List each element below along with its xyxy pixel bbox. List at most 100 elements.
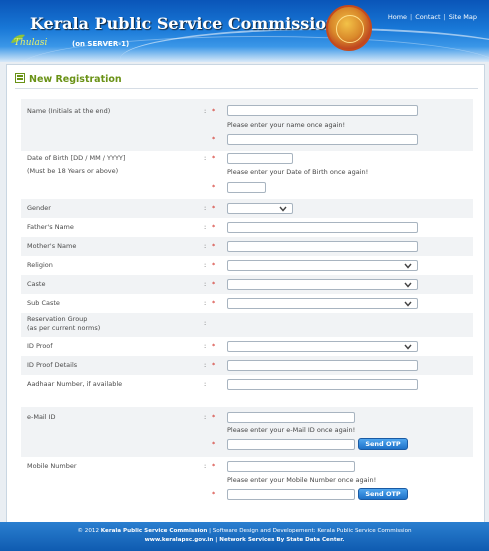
colon: :: [204, 299, 207, 307]
required-mark: *: [212, 183, 216, 191]
kerala-emblem-icon: [326, 5, 372, 51]
required-mark: *: [212, 440, 216, 448]
contact-link[interactable]: Contact: [415, 13, 440, 21]
idproof-row: ID Proof : *: [21, 337, 473, 356]
subcaste-select[interactable]: [227, 298, 418, 309]
copyright-org: Kerala Public Service Commission: [100, 528, 208, 534]
dob-label: Date of Birth [DD / MM / YYYY]: [27, 154, 126, 162]
chevron-down-icon: [404, 301, 412, 307]
required-mark: *: [212, 107, 216, 115]
email-input[interactable]: [227, 412, 355, 423]
footer-copyright: © 2012 Kerala Public Service Commission …: [0, 528, 489, 534]
form-icon: [15, 73, 25, 83]
aadhaar-label: Aadhaar Number, if available: [27, 380, 123, 388]
chevron-down-icon: [404, 282, 412, 288]
copyright-text: © 2012: [77, 528, 101, 534]
mobile-row: Mobile Number : * Please enter your Mobi…: [21, 457, 473, 507]
page-frame: Kerala Public Service Commission Thulasi…: [0, 0, 489, 551]
server-label: (on SERVER-1): [72, 40, 130, 48]
mobile-input[interactable]: [227, 461, 355, 472]
name-row: Name (Initials at the end) : * Please en…: [21, 99, 473, 151]
idproof-select[interactable]: [227, 341, 418, 352]
colon: :: [204, 380, 207, 388]
required-mark: *: [212, 361, 216, 369]
mobile-label: Mobile Number: [27, 462, 77, 470]
caste-select[interactable]: [227, 279, 418, 290]
dob-confirm-hint: Please enter your Date of Birth once aga…: [227, 168, 369, 176]
chevron-down-icon: [404, 344, 412, 350]
email-confirm-hint: Please enter your e-Mail ID once again!: [227, 426, 356, 434]
father-name-input[interactable]: [227, 222, 418, 233]
required-mark: *: [212, 299, 216, 307]
name-label: Name (Initials at the end): [27, 107, 111, 115]
dob-confirm-input[interactable]: [227, 182, 266, 193]
required-mark: *: [212, 204, 216, 212]
reservation-note: (as per current norms): [27, 324, 101, 332]
page-title: New Registration: [29, 74, 122, 85]
name-input[interactable]: [227, 105, 418, 116]
required-mark: *: [212, 490, 216, 498]
footer-network: www.keralapsc.gov.in | Network Services …: [144, 537, 345, 543]
colon: :: [204, 462, 207, 470]
required-mark: *: [212, 242, 216, 250]
mobile-confirm-hint: Please enter your Mobile Number once aga…: [227, 476, 377, 484]
chevron-down-icon: [279, 206, 287, 212]
colon: :: [204, 154, 207, 162]
father-row: Father's Name : *: [21, 218, 473, 237]
idproof-details-input[interactable]: [227, 360, 418, 371]
developer-credit: | Software Design and Developement: Kera…: [207, 528, 412, 534]
colon: :: [204, 413, 207, 421]
colon: :: [204, 107, 207, 115]
aadhaar-row: Aadhaar Number, if available :: [21, 375, 473, 407]
father-name-label: Father's Name: [27, 223, 74, 231]
colon: :: [204, 342, 207, 350]
chevron-down-icon: [404, 263, 412, 269]
gender-row: Gender : *: [21, 199, 473, 218]
required-mark: *: [212, 462, 216, 470]
home-link[interactable]: Home: [388, 13, 407, 21]
dob-age-note: (Must be 18 Years or above): [27, 167, 119, 175]
top-links: Home | Contact | Site Map: [387, 13, 477, 21]
required-mark: *: [212, 154, 216, 162]
thulasi-logo: Thulasi: [14, 38, 48, 48]
mother-name-input[interactable]: [227, 241, 418, 252]
dob-row: Date of Birth [DD / MM / YYYY] : * (Must…: [21, 151, 473, 199]
colon: :: [204, 204, 207, 212]
required-mark: *: [212, 261, 216, 269]
name-confirm-input[interactable]: [227, 134, 418, 145]
idproof-details-label: ID Proof Details: [27, 361, 78, 369]
gender-select[interactable]: [227, 203, 293, 214]
caste-row: Caste : *: [21, 275, 473, 294]
mobile-send-otp-button[interactable]: Send OTP: [358, 488, 408, 500]
reservation-row: Reservation Group (as per current norms)…: [21, 313, 473, 337]
reservation-label: Reservation Group: [27, 315, 88, 323]
email-row: e-Mail ID : * Please enter your e-Mail I…: [21, 407, 473, 457]
mother-row: Mother's Name : *: [21, 237, 473, 256]
religion-select[interactable]: [227, 260, 418, 271]
aadhaar-input[interactable]: [227, 379, 418, 390]
email-confirm-input[interactable]: [227, 439, 355, 450]
idproof-label: ID Proof: [27, 342, 53, 350]
required-mark: *: [212, 135, 216, 143]
dob-input[interactable]: [227, 153, 293, 164]
caste-label: Caste: [27, 280, 46, 288]
email-label: e-Mail ID: [27, 413, 56, 421]
site-map-link[interactable]: Site Map: [449, 13, 477, 21]
colon: :: [204, 361, 207, 369]
email-send-otp-button[interactable]: Send OTP: [358, 438, 408, 450]
idproof-details-row: ID Proof Details : *: [21, 356, 473, 375]
religion-row: Religion : *: [21, 256, 473, 275]
section-heading: New Registration: [15, 73, 122, 85]
colon: :: [204, 319, 207, 327]
required-mark: *: [212, 280, 216, 288]
site-header: Kerala Public Service Commission Thulasi…: [0, 0, 489, 62]
colon: :: [204, 261, 207, 269]
subcaste-row: Sub Caste : *: [21, 294, 473, 313]
colon: :: [204, 280, 207, 288]
mother-name-label: Mother's Name: [27, 242, 77, 250]
required-mark: *: [212, 413, 216, 421]
required-mark: *: [212, 342, 216, 350]
name-confirm-hint: Please enter your name once again!: [227, 121, 346, 129]
site-footer: © 2012 Kerala Public Service Commission …: [0, 522, 489, 551]
mobile-confirm-input[interactable]: [227, 489, 355, 500]
